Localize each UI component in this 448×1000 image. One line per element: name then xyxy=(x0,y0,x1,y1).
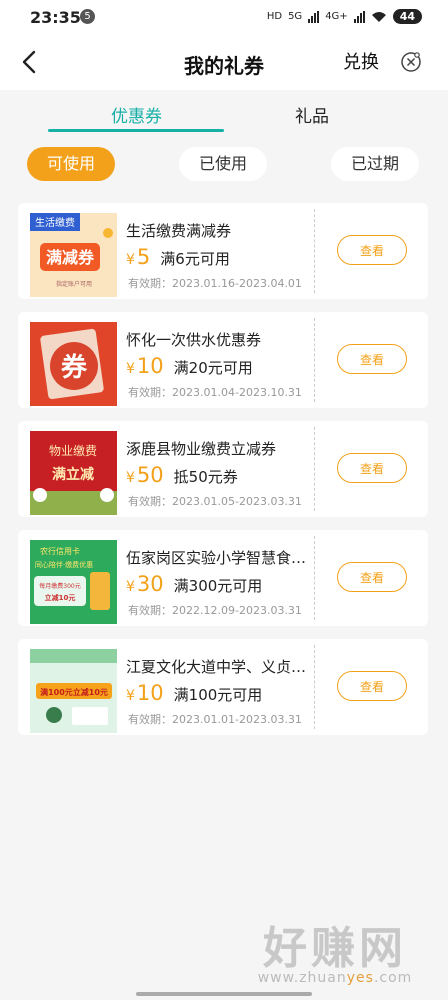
coupon-validity: 有效期：2023.01.16-2023.04.01 xyxy=(128,277,302,290)
tab-coupons[interactable]: 优惠券 xyxy=(111,102,162,127)
view-button[interactable]: 查看 xyxy=(337,235,407,265)
view-button[interactable]: 查看 xyxy=(337,562,407,592)
thumb-main-text: 满立减 xyxy=(52,466,94,483)
status-bar: 23:35 5 HD 5G 4G+ 44 xyxy=(0,0,448,36)
coupon-condition: 满100元可用 xyxy=(173,686,263,704)
tab-gifts[interactable]: 礼品 xyxy=(295,102,329,127)
coupon-validity: 有效期：2023.01.05-2023.03.31 xyxy=(128,495,302,508)
watermark-url-c: .com xyxy=(373,970,413,986)
thumb-mid-text: 同心陪伴·缴费优惠 xyxy=(35,560,93,569)
thumb-main-text: 满100元立减10元 xyxy=(40,687,108,697)
tab-bar: 优惠券 礼品 xyxy=(0,90,448,136)
card-divider xyxy=(314,318,315,402)
watermark-url: www.zhuanyes.com xyxy=(240,970,430,986)
coupon-amount: 5 xyxy=(136,245,151,269)
thumb-main-text: 满减券 xyxy=(46,248,95,267)
thumb-top-text: 农行信用卡 xyxy=(40,546,80,556)
view-button[interactable]: 查看 xyxy=(337,671,407,701)
view-button[interactable]: 查看 xyxy=(337,344,407,374)
app-header: 我的礼券 兑换 xyxy=(0,36,448,90)
home-indicator[interactable] xyxy=(136,992,312,996)
watermark-logo-text: 好赚网 xyxy=(263,923,407,974)
status-indicators: HD 5G 4G+ 44 xyxy=(267,9,422,24)
coupon-validity: 有效期：2023.01.01-2023.03.31 xyxy=(128,713,302,726)
signal-icon xyxy=(308,10,320,23)
network-4g-label: 4G+ xyxy=(325,11,348,22)
currency-symbol: ¥ xyxy=(126,579,135,595)
card-divider xyxy=(314,427,315,511)
coupon-name: 伍家岗区实验小学智慧食… xyxy=(126,549,307,567)
page-title: 我的礼券 xyxy=(184,54,264,78)
network-5g-label: 5G xyxy=(288,11,303,22)
wifi-icon xyxy=(371,11,386,22)
thumb-main-text: 券 xyxy=(61,353,88,383)
coupon-amount: 30 xyxy=(136,572,164,596)
coupon-condition: 满300元可用 xyxy=(173,577,263,595)
coupon-image: 满100元立减10元 xyxy=(30,649,117,733)
coupon-image: 农行信用卡 同心陪伴·缴费优惠 每月缴费300元 立减10元 xyxy=(30,540,117,624)
watermark-url-a: www.zhuan xyxy=(257,970,347,986)
watermark-url-b: yes xyxy=(346,970,374,986)
tab-active-indicator xyxy=(48,129,224,132)
coupon-card[interactable]: 农行信用卡 同心陪伴·缴费优惠 每月缴费300元 立减10元 伍家岗区实验小学智… xyxy=(18,530,428,626)
status-time: 23:35 xyxy=(30,8,81,27)
coupon-amount: 50 xyxy=(136,463,164,487)
redeem-button[interactable]: 兑换 xyxy=(343,48,379,74)
coupon-amount-row: ¥30 满300元可用 xyxy=(126,572,262,596)
card-divider xyxy=(314,645,315,729)
currency-symbol: ¥ xyxy=(126,688,135,704)
card-divider xyxy=(314,209,315,293)
coupon-image: 券 xyxy=(30,322,117,406)
close-circle-icon[interactable] xyxy=(400,51,422,73)
coupon-list: 生活缴费 满减券 指定账户可用 生活缴费满减券 ¥5 满6元可用 有效期：2023… xyxy=(18,203,428,748)
coupon-condition: 满6元可用 xyxy=(160,250,230,268)
battery-icon: 44 xyxy=(392,9,422,24)
coupon-name: 涿鹿县物业缴费立减券 xyxy=(126,440,277,458)
coupon-card[interactable]: 满100元立减10元 江夏文化大道中学、义贞… ¥10 满100元可用 有效期：2… xyxy=(18,639,428,735)
coupon-amount-row: ¥50 抵50元券 xyxy=(126,463,238,487)
coupon-image: 生活缴费 满减券 指定账户可用 xyxy=(30,213,117,297)
thumb-tag-text: 生活缴费 xyxy=(35,216,75,229)
coupon-amount-row: ¥10 满20元可用 xyxy=(126,354,253,378)
site-watermark: 好赚网 www.zhuanyes.com xyxy=(240,912,430,986)
back-arrow-icon[interactable] xyxy=(16,48,44,76)
coupon-amount: 10 xyxy=(136,354,164,378)
currency-symbol: ¥ xyxy=(126,470,135,486)
coupon-card[interactable]: 物业缴费 满立减 涿鹿县物业缴费立减券 ¥50 抵50元券 有效期：2023.01… xyxy=(18,421,428,517)
thumb-main-text: 每月缴费300元 xyxy=(39,582,80,590)
filter-used[interactable]: 已使用 xyxy=(179,147,267,181)
coupon-name: 怀化一次供水优惠券 xyxy=(126,331,262,349)
filter-expired[interactable]: 已过期 xyxy=(331,147,419,181)
coupon-card[interactable]: 生活缴费 满减券 指定账户可用 生活缴费满减券 ¥5 满6元可用 有效期：2023… xyxy=(18,203,428,299)
coupon-condition: 满20元可用 xyxy=(173,359,253,377)
coupon-card[interactable]: 券 怀化一次供水优惠券 ¥10 满20元可用 有效期：2023.01.04-202… xyxy=(18,312,428,408)
currency-symbol: ¥ xyxy=(126,252,135,268)
coupon-name: 江夏文化大道中学、义贞… xyxy=(126,658,307,676)
coupon-validity: 有效期：2022.12.09-2023.03.31 xyxy=(128,604,302,617)
coupon-name: 生活缴费满减券 xyxy=(126,222,232,240)
filter-available[interactable]: 可使用 xyxy=(27,147,115,181)
currency-symbol: ¥ xyxy=(126,361,135,377)
coupon-amount-row: ¥5 满6元可用 xyxy=(126,245,230,269)
card-divider xyxy=(314,536,315,620)
hd-indicator: HD xyxy=(266,11,283,22)
coupon-amount-row: ¥10 满100元可用 xyxy=(126,681,262,705)
coupon-validity: 有效期：2023.01.04-2023.10.31 xyxy=(128,386,302,399)
signal-icon-2 xyxy=(353,10,365,23)
coupon-image: 物业缴费 满立减 xyxy=(30,431,117,515)
coupon-condition: 抵50元券 xyxy=(173,468,238,486)
notification-badge: 5 xyxy=(80,9,95,24)
thumb-sub-text: 指定账户可用 xyxy=(56,280,92,288)
view-button[interactable]: 查看 xyxy=(337,453,407,483)
thumb-top-text: 物业缴费 xyxy=(49,443,97,458)
thumb-sub-text: 立减10元 xyxy=(45,593,76,602)
coupon-amount: 10 xyxy=(136,681,164,705)
